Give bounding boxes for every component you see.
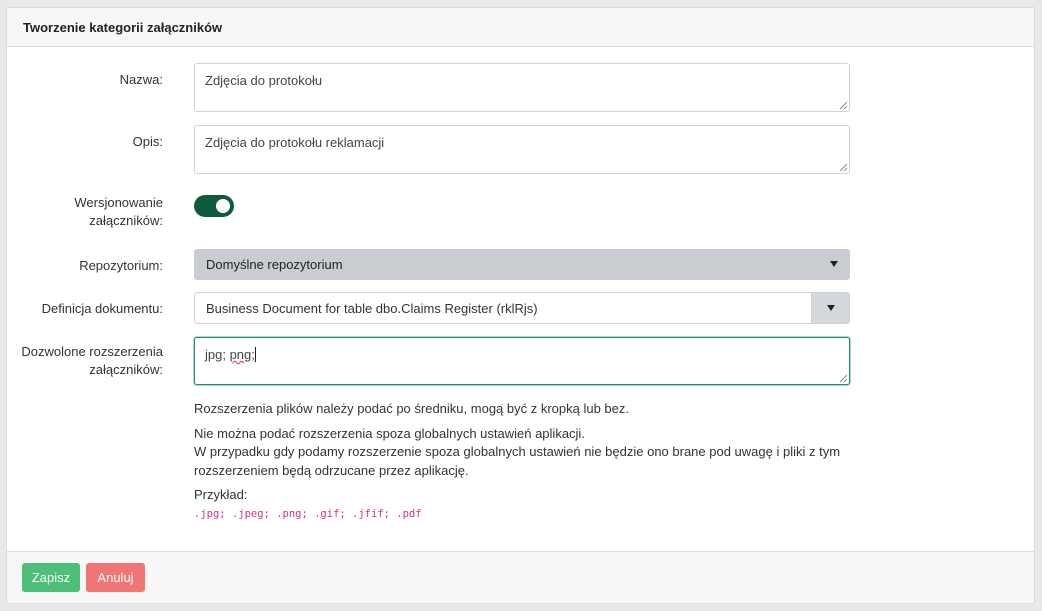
extensions-value-part1: jpg; xyxy=(205,347,230,362)
help-text-global-settings: Nie można podać rozszerzenia spoza globa… xyxy=(194,426,585,441)
example-code: .jpg; .jpeg; .png; .gif; .jfif; .pdf xyxy=(194,508,422,520)
repository-selected-value: Domyślne repozytorium xyxy=(206,257,343,272)
versioning-label-line2: załączników: xyxy=(89,213,163,228)
extensions-label-line2: załączników: xyxy=(89,362,163,377)
chevron-down-icon xyxy=(827,305,835,311)
versioning-label-line1: Wersjonowanie xyxy=(74,195,163,210)
resize-grip-icon[interactable] xyxy=(839,374,847,382)
toggle-knob xyxy=(216,199,230,213)
page-title: Tworzenie kategorii załączników xyxy=(7,8,1034,47)
form-footer: Zapisz Anuluj xyxy=(7,551,1034,603)
resize-grip-icon[interactable] xyxy=(839,163,847,171)
extensions-field[interactable]: jpg; png; xyxy=(194,337,850,385)
cancel-button[interactable]: Anuluj xyxy=(86,563,145,592)
versioning-toggle[interactable] xyxy=(194,195,234,217)
document-definition-dropdown-button[interactable] xyxy=(811,293,849,323)
document-definition-selected-value: Business Document for table dbo.Claims R… xyxy=(206,301,538,316)
text-cursor xyxy=(254,347,256,362)
chevron-down-icon xyxy=(830,261,838,267)
description-label: Opis: xyxy=(132,134,163,149)
document-definition-select[interactable]: Business Document for table dbo.Claims R… xyxy=(194,292,850,324)
description-field[interactable]: Zdjęcia do protokołu reklamacji xyxy=(194,125,850,174)
repository-label: Repozytorium: xyxy=(79,258,163,273)
help-text-separator-info: Rozszerzenia plików należy podać po śred… xyxy=(194,401,630,416)
attachment-category-form-card: Tworzenie kategorii załączników Nazwa: Z… xyxy=(6,7,1035,604)
name-label: Nazwa: xyxy=(119,72,163,87)
name-value: Zdjęcia do protokołu xyxy=(205,73,323,88)
help-text-rejection-info-cont: rozszerzeniem będą odrzucane przez aplik… xyxy=(194,463,469,478)
example-label: Przykład: xyxy=(194,487,248,502)
extensions-value-part2: png; xyxy=(229,347,255,362)
description-value: Zdjęcia do protokołu reklamacji xyxy=(205,135,385,150)
help-text-rejection-info: W przypadku gdy podamy rozszerzenie spoz… xyxy=(194,444,841,459)
versioning-label: Wersjonowanie załączników: xyxy=(74,194,163,230)
save-button[interactable]: Zapisz xyxy=(22,563,80,592)
resize-grip-icon[interactable] xyxy=(839,101,847,109)
extensions-label: Dozwolone rozszerzenia załączników: xyxy=(21,343,163,379)
name-field[interactable]: Zdjęcia do protokołu xyxy=(194,63,850,112)
extensions-label-line1: Dozwolone rozszerzenia xyxy=(21,344,163,359)
repository-select[interactable]: Domyślne repozytorium xyxy=(194,249,850,280)
document-definition-label: Definicja dokumentu: xyxy=(41,301,163,316)
